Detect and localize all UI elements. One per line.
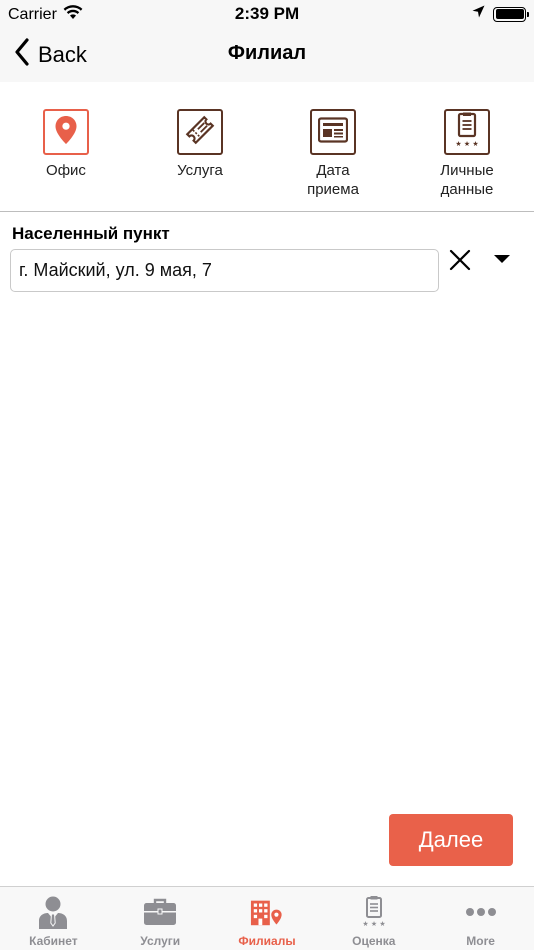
ticket-icon	[183, 113, 217, 152]
step-date[interactable]: Дата приема	[273, 109, 393, 199]
step-office[interactable]: Офис	[6, 109, 126, 180]
tab-label: Услуги	[140, 934, 181, 948]
clipboard-stars-icon: ★ ★ ★	[451, 112, 483, 153]
briefcase-icon	[143, 895, 177, 929]
clear-button[interactable]	[447, 247, 473, 273]
dropdown-button[interactable]	[490, 249, 514, 269]
step-label: Офис	[46, 162, 86, 179]
status-right	[472, 5, 529, 23]
tab-label: Кабинет	[29, 934, 78, 948]
tab-label: Филиалы	[238, 934, 296, 948]
tab-bar: Кабинет Услуги Филиалы ★ ★ ★ Оценка More	[0, 886, 534, 950]
tab-branches[interactable]: Филиалы	[214, 887, 321, 950]
settlement-label: Населенный пункт	[12, 224, 170, 243]
booking-steps: Офис Услуга Дата приема ★ ★ ★ Личные дан…	[0, 82, 534, 212]
step-label: Личные данные	[440, 162, 494, 198]
svg-text:★ ★ ★: ★ ★ ★	[362, 920, 385, 928]
tab-label: More	[466, 934, 495, 948]
tab-cabinet[interactable]: Кабинет	[0, 887, 107, 950]
location-pin-icon	[54, 115, 78, 150]
step-label: Услуга	[177, 162, 223, 179]
step-label: Дата приема	[307, 162, 359, 198]
step-service[interactable]: Услуга	[140, 109, 260, 180]
status-bar: Carrier 2:39 PM	[0, 0, 534, 28]
svg-text:★ ★ ★: ★ ★ ★	[455, 140, 478, 148]
newspaper-icon	[317, 116, 349, 148]
page-title: Филиал	[227, 42, 307, 64]
tab-label: Оценка	[352, 934, 396, 948]
step-personal-data[interactable]: ★ ★ ★ Личные данные	[407, 109, 527, 199]
caret-down-icon	[490, 255, 514, 273]
navigation-bar: Back Филиал	[0, 28, 534, 82]
building-pin-icon	[250, 895, 284, 929]
settlement-input[interactable]	[10, 249, 439, 292]
clipboard-stars-icon: ★ ★ ★	[357, 895, 391, 929]
person-icon	[36, 895, 70, 929]
status-time: 2:39 PM	[234, 4, 300, 23]
tab-services[interactable]: Услуги	[107, 887, 214, 950]
tab-rating[interactable]: ★ ★ ★ Оценка	[320, 887, 427, 950]
next-button[interactable]: Далее	[389, 814, 513, 866]
close-icon	[447, 249, 473, 277]
tab-more[interactable]: More	[427, 887, 534, 950]
battery-icon	[493, 6, 529, 22]
location-arrow-icon	[472, 5, 485, 23]
more-dots-icon	[464, 895, 498, 929]
